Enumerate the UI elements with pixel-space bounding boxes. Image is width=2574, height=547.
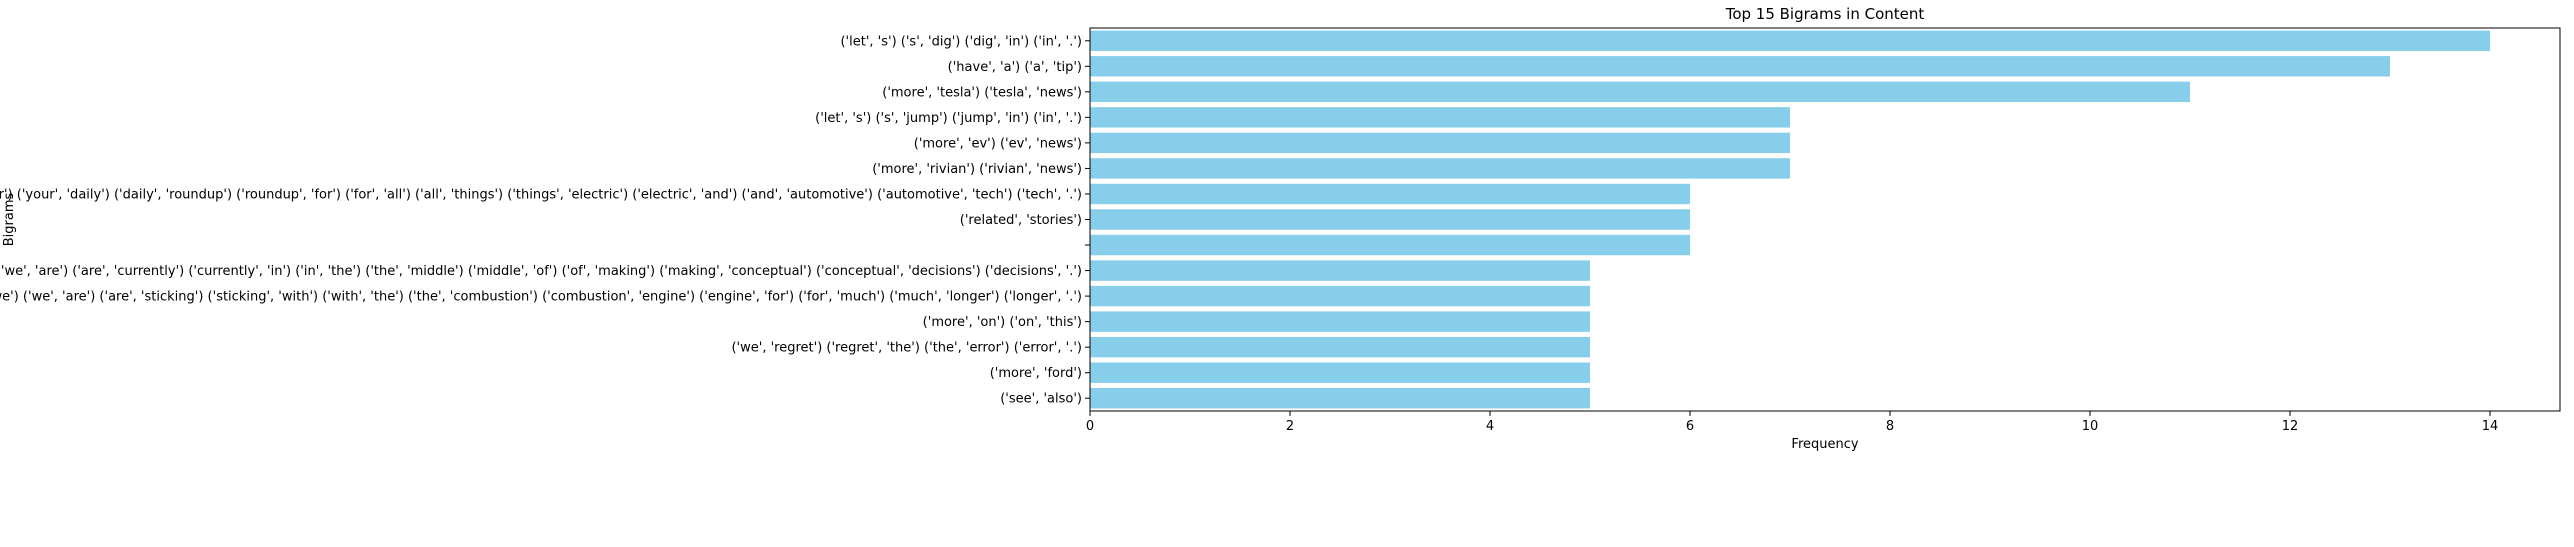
x-tick-label: 4 bbox=[1486, 419, 1494, 434]
y-tick-label: ('have', 'a') ('a', 'tip') bbox=[948, 60, 1082, 75]
x-tick-label: 6 bbox=[1686, 419, 1694, 434]
y-tick-label: ('let', 's') ('s', 'jump') ('jump', 'in'… bbox=[815, 111, 1082, 126]
bar bbox=[1090, 285, 1590, 307]
x-axis-label: Frequency bbox=[1791, 437, 1858, 452]
bar bbox=[1090, 311, 1590, 332]
chart-container: Top 15 Bigrams in Content Frequency Bigr… bbox=[0, 0, 2574, 547]
y-tick-label: ('more', 'on') ('on', 'this') bbox=[923, 315, 1082, 330]
bar bbox=[1090, 336, 1590, 358]
y-tick-label: ('let', 's') ('s', 'dig') ('dig', 'in') … bbox=[840, 34, 1082, 49]
bar bbox=[1090, 209, 1690, 230]
x-tick-label: 2 bbox=[1286, 419, 1294, 434]
bar bbox=[1090, 388, 1590, 409]
y-tick-label: ('what', 'is') ('is', 'clear') ('clear',… bbox=[0, 290, 1082, 305]
bar bbox=[1090, 183, 1690, 205]
x-tick-label: 10 bbox=[2082, 419, 2099, 434]
y-tick-label: ('related', 'stories') bbox=[960, 213, 1082, 228]
y-tick-label: ('more', 'rivian') ('rivian', 'news') bbox=[872, 162, 1082, 177]
bar bbox=[1090, 107, 1790, 128]
y-tick-label: ('more', 'ev') ('ev', 'news') bbox=[914, 136, 1082, 151]
chart-title: Top 15 Bigrams in Content bbox=[1725, 5, 1925, 23]
y-tick-label: ('welcome', 'back') ('back', 'to') ('to'… bbox=[0, 187, 1082, 202]
y-tick-label: ('we', 'are') ('are', 'currently') ('cur… bbox=[0, 264, 1082, 279]
y-tick-label: ('more', 'ford') bbox=[990, 366, 1082, 381]
x-tick-label: 8 bbox=[1886, 419, 1894, 434]
bar bbox=[1090, 81, 2190, 103]
x-tick-label: 14 bbox=[2482, 419, 2499, 434]
bar bbox=[1090, 30, 2490, 51]
bar bbox=[1090, 56, 2390, 77]
bar bbox=[1090, 158, 1790, 179]
y-tick-label: ('we', 'regret') ('regret', 'the') ('the… bbox=[731, 341, 1082, 356]
x-tick-label: 12 bbox=[2282, 419, 2299, 434]
bar bbox=[1090, 362, 1590, 383]
y-tick-label: ('see', 'also') bbox=[1000, 392, 1082, 407]
bar bbox=[1090, 132, 1790, 154]
y-tick-label: ('more', 'tesla') ('tesla', 'news') bbox=[882, 85, 1082, 100]
bar bbox=[1090, 234, 1690, 256]
bar-chart: Top 15 Bigrams in Content Frequency Bigr… bbox=[0, 5, 2561, 452]
x-tick-label: 0 bbox=[1086, 419, 1094, 434]
bar bbox=[1090, 260, 1590, 281]
